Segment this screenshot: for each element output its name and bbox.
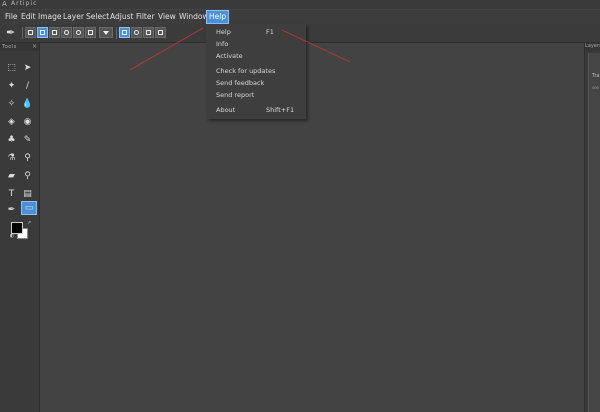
menu-help[interactable]: Help (206, 10, 230, 24)
stamp-icon[interactable]: ♣ (5, 133, 18, 146)
combine-subtract-button[interactable] (143, 27, 154, 38)
reset-colors-icon[interactable]: ◐ (10, 233, 14, 239)
app-title: Artipic (11, 0, 38, 7)
swap-colors-icon[interactable]: ↗ (27, 220, 31, 226)
shape-dropdown-button[interactable] (99, 27, 113, 38)
polygon-mode-button[interactable] (73, 27, 84, 38)
layers-panel-body (588, 53, 600, 412)
menu-window[interactable]: Window (179, 11, 209, 23)
blur-icon[interactable]: ◉ (21, 115, 34, 128)
help-menu-item-info[interactable]: Info (216, 40, 228, 48)
help-menu-item-help[interactable]: Help (216, 28, 231, 36)
title-bar: A Artipic (0, 0, 600, 9)
rectangle-icon[interactable]: ▭ (21, 201, 37, 215)
layers-panel-text: Tra (592, 73, 600, 79)
menu-view[interactable]: View (158, 11, 176, 23)
eyedropper-icon[interactable]: ⚗ (5, 151, 18, 164)
help-shortcut: F1 (266, 28, 274, 36)
pencil-icon[interactable]: ✎ (21, 133, 34, 146)
pen-tool-icon[interactable]: ✒ (6, 26, 15, 39)
gradient-icon[interactable]: ▤ (21, 187, 34, 200)
options-separator (116, 27, 117, 39)
new-selection-button[interactable] (25, 27, 36, 38)
layers-panel-title: Layers (585, 43, 600, 51)
tools-panel-header: Tools × (0, 43, 39, 51)
eraser-icon[interactable]: ◈ (5, 115, 18, 128)
menu-adjust[interactable]: Adjust (110, 11, 133, 23)
fill-icon[interactable]: ▰ (5, 169, 18, 182)
marquee-select-icon[interactable]: ⬚ (5, 61, 18, 74)
help-menu-item-send-report[interactable]: Send report (216, 91, 254, 99)
combine-add-button[interactable] (131, 27, 142, 38)
zoom-icon[interactable]: ⚲ (21, 169, 34, 182)
menu-layer[interactable]: Layer (63, 11, 84, 23)
about-shortcut: Shift+F1 (266, 106, 295, 114)
menu-file[interactable]: File (5, 11, 18, 23)
options-separator (22, 27, 23, 39)
close-icon[interactable]: × (32, 43, 37, 50)
combine-new-button[interactable] (119, 27, 130, 38)
menu-edit[interactable]: Edit (21, 11, 36, 23)
brush-icon[interactable]: / (21, 79, 34, 92)
menu-select[interactable]: Select (86, 11, 109, 23)
picker-icon[interactable]: ⚲ (21, 151, 34, 164)
app-logo-icon: A (2, 0, 7, 8)
menu-bar: File Edit Image Layer Select Adjust Filt… (0, 10, 600, 24)
rounded-rect-mode-button[interactable] (49, 27, 60, 38)
canvas-area[interactable] (40, 43, 584, 412)
layers-panel: Layers Tra see (584, 43, 600, 412)
help-menu-dropdown: Help F1 Info Activate Check for updates … (206, 24, 306, 119)
magic-wand-icon[interactable]: ✦ (5, 79, 18, 92)
help-menu-item-check-updates[interactable]: Check for updates (216, 67, 275, 75)
line-mode-button[interactable] (85, 27, 96, 38)
ellipse-mode-button[interactable] (61, 27, 72, 38)
drop-icon[interactable]: 💧 (21, 97, 34, 110)
pen-icon[interactable]: ✒ (5, 203, 18, 216)
tools-panel-title: Tools (2, 44, 17, 50)
combine-intersect-button[interactable] (155, 27, 166, 38)
help-menu-item-about[interactable]: About (216, 106, 235, 114)
rect-mode-button[interactable] (37, 27, 48, 38)
layers-panel-subtext: see (592, 85, 600, 90)
move-arrow-icon[interactable]: ➤ (21, 61, 34, 74)
text-icon[interactable]: T (5, 187, 18, 200)
sparkle-icon[interactable]: ✧ (5, 97, 18, 110)
help-menu-item-activate[interactable]: Activate (216, 52, 243, 60)
menu-filter[interactable]: Filter (136, 11, 155, 23)
help-menu-item-send-feedback[interactable]: Send feedback (216, 79, 264, 87)
menu-image[interactable]: Image (38, 11, 62, 23)
